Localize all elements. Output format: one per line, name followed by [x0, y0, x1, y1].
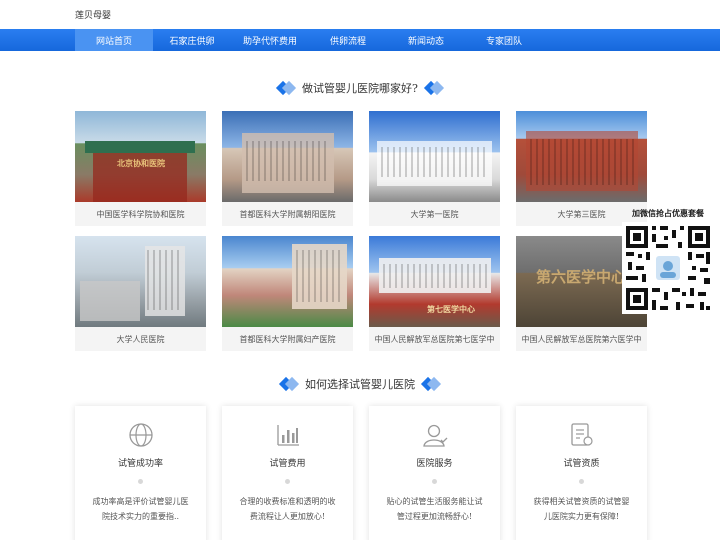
info-card-success-rate[interactable]: 试管成功率 成功率高是评价试管婴儿医院技术实力的重要指..	[75, 406, 206, 540]
qr-code-icon[interactable]	[622, 222, 714, 314]
info-card-title: 试管资质	[563, 459, 600, 469]
info-card-qualification[interactable]: 试管资质 获得相关试管资质的试管婴儿医院实力更有保障!	[516, 406, 647, 540]
nav-experts[interactable]: 专家团队	[465, 29, 543, 51]
diamond-right-icon	[420, 376, 442, 392]
divider-dot	[579, 479, 584, 484]
info-card-desc: 贴心的试管生活服务能让试管过程更加流畅舒心!	[386, 497, 483, 521]
nav-process[interactable]: 供卵流程	[309, 29, 387, 51]
hospital-caption[interactable]: 大学人民医院	[75, 327, 206, 351]
hospital-card[interactable]: 首都医科大学附属朝阳医院	[222, 111, 353, 226]
info-card-title: 试管费用	[269, 459, 306, 469]
hospital-caption[interactable]: 大学第一医院	[369, 202, 500, 226]
qr-widget: 加微信抢占优惠套餐	[620, 208, 716, 314]
hospital-photo[interactable]: 北京协和医院	[75, 111, 206, 202]
hospital-photo[interactable]	[75, 236, 206, 327]
info-card-desc: 获得相关试管资质的试管婴儿医院实力更有保障!	[533, 497, 630, 521]
site-name[interactable]: 莲贝母婴	[75, 8, 111, 21]
hospital-card[interactable]: 大学人民医院	[75, 236, 206, 351]
info-card-desc: 合理的收费标准和透明的收费流程让人更加放心!	[239, 497, 336, 521]
hospital-sign: 第六医学中心	[536, 268, 627, 286]
hospitals-title-text: 做试管婴儿医院哪家好?	[302, 82, 418, 95]
info-card-desc: 成功率高是评价试管婴儿医院技术实力的重要指..	[92, 497, 189, 521]
nav-news[interactable]: 新闻动态	[387, 29, 465, 51]
diamond-left-icon	[275, 80, 297, 96]
diamond-left-icon	[278, 376, 300, 392]
nav-fees[interactable]: 助孕代怀费用	[231, 29, 309, 51]
user-icon	[422, 424, 447, 447]
divider-dot	[138, 479, 143, 484]
choose-title-text: 如何选择试管婴儿医院	[305, 378, 415, 391]
hospital-caption[interactable]: 中国人民解放军总医院第六医学中	[516, 327, 647, 351]
hospital-card[interactable]: 第七医学中心 中国人民解放军总医院第七医学中	[369, 236, 500, 351]
diamond-right-icon	[423, 80, 445, 96]
info-card-title: 试管成功率	[117, 459, 163, 469]
hospital-grid-row-1: 北京协和医院 中国医学科学院协和医院 首都医科大学附属朝阳医院 大学第一医院 大…	[75, 111, 647, 226]
hospital-card[interactable]: 大学第一医院	[369, 111, 500, 226]
hospital-caption[interactable]: 首都医科大学附属妇产医院	[222, 327, 353, 351]
hospital-grid-row-2: 大学人民医院 首都医科大学附属妇产医院 第七医学中心 中国人民解放军总医院第七医…	[75, 236, 647, 351]
divider-dot	[285, 479, 290, 484]
hospitals-section-title: 做试管婴儿医院哪家好?	[0, 80, 720, 96]
hospital-photo[interactable]	[516, 111, 647, 202]
bar-chart-icon	[276, 425, 299, 446]
hospital-photo[interactable]	[222, 236, 353, 327]
nav-home[interactable]: 网站首页	[75, 29, 153, 51]
hospital-card[interactable]: 北京协和医院 中国医学科学院协和医院	[75, 111, 206, 226]
hospital-photo[interactable]	[369, 111, 500, 202]
top-bar: 莲贝母婴	[0, 0, 720, 29]
hospital-caption[interactable]: 中国人民解放军总医院第七医学中	[369, 327, 500, 351]
divider-dot	[432, 479, 437, 484]
hospital-card[interactable]: 首都医科大学附属妇产医院	[222, 236, 353, 351]
hospital-caption[interactable]: 首都医科大学附属朝阳医院	[222, 202, 353, 226]
hospital-photo[interactable]: 第七医学中心	[369, 236, 500, 327]
qr-code-graphic	[622, 222, 714, 314]
hospital-sign: 北京协和医院	[117, 158, 165, 168]
choose-section-title: 如何选择试管婴儿医院	[0, 376, 720, 392]
nav-egg-donation[interactable]: 石家庄供卵	[153, 29, 231, 51]
info-card-fees[interactable]: 试管费用 合理的收费标准和透明的收费流程让人更加放心!	[222, 406, 353, 540]
hospital-sign: 第七医学中心	[427, 304, 475, 314]
qr-title: 加微信抢占优惠套餐	[632, 208, 704, 218]
choose-cards: 试管成功率 成功率高是评价试管婴儿医院技术实力的重要指.. 试管费用 合理的收费…	[75, 406, 647, 540]
globe-icon	[128, 423, 153, 447]
hospital-caption[interactable]: 中国医学科学院协和医院	[75, 202, 206, 226]
main-nav: 网站首页 石家庄供卵 助孕代怀费用 供卵流程 新闻动态 专家团队	[0, 29, 720, 51]
hospital-photo[interactable]	[222, 111, 353, 202]
info-card-title: 医院服务	[416, 459, 453, 469]
info-card-service[interactable]: 医院服务 贴心的试管生活服务能让试管过程更加流畅舒心!	[369, 406, 500, 540]
document-icon	[570, 423, 593, 446]
